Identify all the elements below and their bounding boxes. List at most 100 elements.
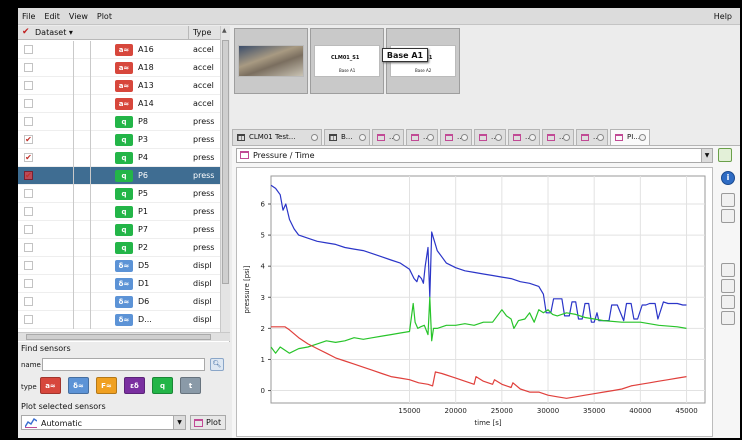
type-label: type [21, 383, 37, 391]
type-column-header[interactable]: Type [193, 28, 211, 37]
table-row[interactable]: a≈ A18 accel [18, 59, 220, 77]
grid-icon [329, 134, 337, 141]
plot-tab[interactable]: ... [508, 129, 540, 145]
row-checkbox[interactable] [24, 243, 33, 252]
table-row[interactable]: ✔ q P4 press [18, 149, 220, 167]
table-row[interactable]: δ≈ D1 displ [18, 275, 220, 293]
sensor-type-icon: q [115, 170, 133, 182]
table-row[interactable]: q P2 press [18, 239, 220, 257]
pressure-time-chart[interactable]: 15000 20000 25000 30000 35000 40000 45000 0 1 2 3 4… [236, 167, 713, 437]
table-row[interactable]: δ≈ D... displ [18, 311, 220, 329]
sensor-type-icon: q [115, 242, 133, 254]
table-row[interactable]: a≈ A13 accel [18, 77, 220, 95]
row-checkbox[interactable] [24, 45, 33, 54]
plot-title-select[interactable]: Pressure / Time ▼ [236, 148, 713, 163]
row-checkbox[interactable] [24, 225, 33, 234]
row-checkbox[interactable] [24, 279, 33, 288]
close-tab-icon[interactable] [359, 134, 366, 141]
sensor-layout-thumbnail[interactable]: CLM01_S1 Base A1 [310, 28, 384, 94]
dataset-column-header[interactable]: Dataset ▾ [35, 28, 73, 37]
plot-tab[interactable]: ... [576, 129, 608, 145]
table-row[interactable]: q P7 press [18, 221, 220, 239]
row-checkbox[interactable]: ✔ [24, 153, 33, 162]
table-row[interactable]: q P1 press [18, 203, 220, 221]
scroll-up-icon[interactable]: ▲ [222, 27, 227, 34]
plot-tab[interactable]: PI... [610, 129, 650, 145]
plot-tab[interactable]: CLM01 Test... [232, 129, 322, 145]
note-icon[interactable] [721, 295, 735, 309]
chevron-down-icon[interactable]: ▼ [173, 416, 185, 429]
tree-line [73, 113, 74, 131]
table-row[interactable]: ✔ q P6 press [18, 167, 220, 185]
type-filter-displ[interactable]: δ≈ [68, 377, 89, 394]
pin-icon[interactable] [721, 209, 735, 223]
plot-button[interactable]: Plot [190, 415, 226, 430]
plot-tab[interactable]: ... [440, 129, 472, 145]
type-filter-strain[interactable]: εδ [124, 377, 145, 394]
sensor-type: press [193, 153, 215, 162]
workspace: CLM01_S1 Base A1 AM01_S1 Base A2 Base A1… [232, 26, 740, 438]
setup-photo-thumbnail[interactable] [234, 28, 308, 94]
menu-help[interactable]: Help [714, 12, 732, 21]
table-horizontal-scrollbar[interactable] [18, 332, 230, 341]
row-checkbox[interactable] [24, 207, 33, 216]
table-row[interactable]: ✔ q P3 press [18, 131, 220, 149]
table-vertical-scrollbar[interactable]: ▲ [220, 26, 230, 332]
menu-file[interactable]: File [22, 12, 35, 21]
table-row[interactable]: q P8 press [18, 113, 220, 131]
table-row[interactable]: a≈ A14 accel [18, 95, 220, 113]
close-tab-icon[interactable] [639, 134, 646, 141]
close-tab-icon[interactable] [597, 134, 604, 141]
plot-tab[interactable]: ... [372, 129, 404, 145]
row-checkbox[interactable]: ✔ [24, 135, 33, 144]
pen-icon[interactable] [721, 263, 735, 277]
menu-view[interactable]: View [69, 12, 88, 21]
type-filter-force[interactable]: F≈ [96, 377, 117, 394]
row-checkbox[interactable] [24, 189, 33, 198]
plot-tab[interactable]: B... [324, 129, 370, 145]
scrollbar-thumb[interactable] [222, 40, 229, 284]
close-tab-icon[interactable] [529, 134, 536, 141]
close-tab-icon[interactable] [461, 134, 468, 141]
close-tab-icon[interactable] [495, 134, 502, 141]
row-checkbox[interactable] [24, 297, 33, 306]
type-filter-accel[interactable]: a≈ [40, 377, 61, 394]
close-tab-icon[interactable] [393, 134, 400, 141]
export-icon[interactable] [718, 148, 732, 162]
row-checkbox[interactable] [24, 117, 33, 126]
thumbnail-subcaption: Base A1 [339, 68, 356, 73]
column-divider[interactable] [188, 26, 189, 40]
row-checkbox[interactable]: ✔ [24, 171, 33, 180]
row-checkbox[interactable] [24, 99, 33, 108]
row-checkbox[interactable] [24, 81, 33, 90]
table-row[interactable]: q P5 press [18, 185, 220, 203]
plot-tab[interactable]: ... [542, 129, 574, 145]
sensor-type-icon: q [115, 224, 133, 236]
sensor-name-input[interactable] [42, 358, 205, 371]
check-all-icon[interactable]: ✔ [22, 27, 30, 37]
table-row[interactable]: δ≈ D6 displ [18, 293, 220, 311]
table-row[interactable]: δ≈ D5 displ [18, 257, 220, 275]
scrollbar-thumb[interactable] [26, 334, 211, 340]
info-icon[interactable]: i [721, 171, 735, 185]
search-icon[interactable]: 🔍︎ [210, 358, 224, 371]
plot-icon [547, 134, 555, 141]
plot-mode-select[interactable]: Automatic ▼ [21, 415, 186, 430]
clipboard-icon[interactable] [721, 311, 735, 325]
copy-icon[interactable] [721, 193, 735, 207]
type-filter-temp[interactable]: t [180, 377, 201, 394]
row-checkbox[interactable] [24, 63, 33, 72]
plot-tab[interactable]: ... [474, 129, 506, 145]
menu-edit[interactable]: Edit [44, 12, 60, 21]
row-checkbox[interactable] [24, 315, 33, 324]
table-row[interactable]: a≈ A16 accel [18, 41, 220, 59]
window-icon[interactable] [721, 279, 735, 293]
plot-tab[interactable]: ... [406, 129, 438, 145]
close-tab-icon[interactable] [427, 134, 434, 141]
menu-plot[interactable]: Plot [97, 12, 112, 21]
close-tab-icon[interactable] [563, 134, 570, 141]
chevron-down-icon[interactable]: ▼ [701, 149, 712, 162]
type-filter-press[interactable]: q [152, 377, 173, 394]
row-checkbox[interactable] [24, 261, 33, 270]
close-tab-icon[interactable] [311, 134, 318, 141]
